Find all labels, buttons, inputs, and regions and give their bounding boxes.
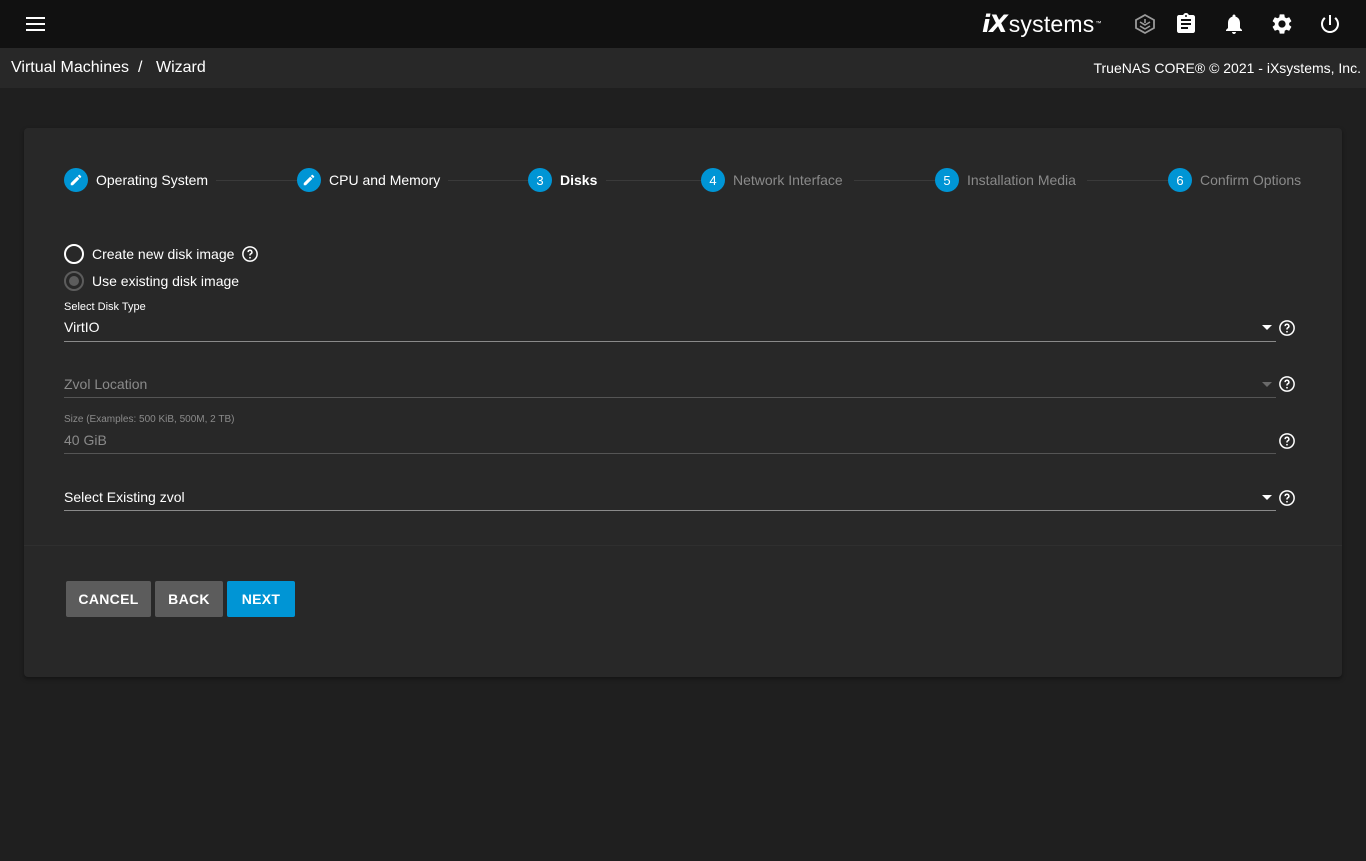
existing-zvol-select[interactable]: Select Existing zvol: [64, 489, 185, 505]
stepper-connector: [854, 180, 936, 181]
disk-type-select[interactable]: VirtIO: [64, 319, 100, 335]
zvol-location-underline: [64, 397, 1276, 398]
step-disks[interactable]: 3 Disks: [528, 168, 597, 192]
breadcrumb: Virtual Machines / Wizard TrueNAS CORE® …: [0, 48, 1366, 88]
step-number: 3: [528, 168, 552, 192]
size-underline: [64, 453, 1276, 454]
stepper-connector: [216, 180, 298, 181]
step-operating-system[interactable]: Operating System: [64, 168, 208, 192]
divider: [24, 545, 1342, 546]
edit-icon: [297, 168, 321, 192]
bell-icon[interactable]: [1222, 12, 1246, 36]
chevron-down-icon[interactable]: [1262, 495, 1272, 500]
step-network-interface[interactable]: 4 Network Interface: [701, 168, 843, 192]
step-label: Confirm Options: [1200, 172, 1302, 188]
top-navigation-bar: iX systems ™: [0, 0, 1366, 48]
step-cpu-and-memory[interactable]: CPU and Memory: [297, 168, 440, 192]
step-confirm-options[interactable]: 6 Confirm Options: [1168, 168, 1301, 192]
help-icon[interactable]: [1278, 432, 1296, 455]
breadcrumb-virtual-machines[interactable]: Virtual Machines: [11, 59, 129, 77]
edit-icon: [64, 168, 88, 192]
use-existing-disk-label[interactable]: Use existing disk image: [92, 273, 239, 289]
use-existing-disk-option: Use existing disk image: [64, 271, 239, 291]
step-number: 6: [1168, 168, 1192, 192]
power-icon[interactable]: [1318, 12, 1342, 36]
step-label: Operating System: [96, 172, 209, 188]
wizard-card: Operating System CPU and Memory 3 Disks …: [24, 128, 1342, 677]
menu-icon[interactable]: [22, 12, 50, 36]
existing-zvol-underline: [64, 510, 1276, 511]
help-icon[interactable]: [241, 245, 259, 263]
breadcrumb-separator: /: [138, 59, 143, 76]
gear-icon[interactable]: [1270, 12, 1294, 36]
create-new-disk-label[interactable]: Create new disk image: [92, 246, 234, 262]
clipboard-icon[interactable]: [1174, 12, 1198, 36]
help-icon[interactable]: [1278, 489, 1296, 512]
step-label: CPU and Memory: [329, 172, 441, 188]
disk-type-underline: [64, 341, 1276, 342]
create-new-disk-option: Create new disk image: [64, 244, 259, 264]
chevron-down-icon[interactable]: [1262, 382, 1272, 387]
step-label: Installation Media: [967, 172, 1076, 188]
breadcrumb-wizard: Wizard: [156, 59, 206, 76]
step-label: Disks: [560, 172, 598, 188]
step-installation-media[interactable]: 5 Installation Media: [935, 168, 1076, 192]
size-label: Size (Examples: 500 KiB, 500M, 2 TB): [64, 414, 235, 425]
step-number: 4: [701, 168, 725, 192]
logo-systems-text: systems: [1008, 10, 1095, 37]
step-number: 5: [935, 168, 959, 192]
back-button[interactable]: BACK: [155, 581, 223, 617]
next-button[interactable]: NEXT: [227, 581, 295, 617]
use-existing-disk-radio[interactable]: [64, 271, 84, 291]
stepper-connector: [606, 180, 702, 181]
help-icon[interactable]: [1278, 375, 1296, 398]
ixsystems-logo[interactable]: iX systems ™: [982, 8, 1101, 40]
cancel-button[interactable]: CANCEL: [66, 581, 151, 617]
copyright-text: TrueNAS CORE® © 2021 - iXsystems, Inc.: [1093, 60, 1361, 76]
logo-trademark: ™: [1095, 21, 1102, 27]
truecommand-icon[interactable]: [1133, 12, 1157, 36]
logo-ix-text: iX: [982, 10, 1008, 38]
size-input[interactable]: 40 GiB: [64, 432, 107, 448]
zvol-location-select[interactable]: Zvol Location: [64, 376, 147, 392]
create-new-disk-radio[interactable]: [64, 244, 84, 264]
chevron-down-icon[interactable]: [1262, 325, 1272, 330]
help-icon[interactable]: [1278, 319, 1296, 342]
stepper-connector: [1087, 180, 1169, 181]
step-label: Network Interface: [733, 172, 843, 188]
stepper-connector: [448, 180, 538, 181]
disk-type-label: Select Disk Type: [64, 301, 146, 313]
